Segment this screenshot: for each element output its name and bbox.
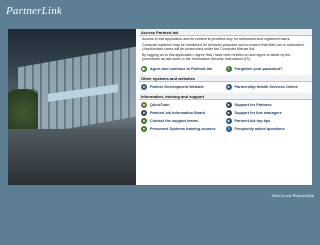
board-icon: ● (141, 109, 147, 116)
quicktrain-label: QuickTrain (150, 102, 170, 107)
terms-paragraph-2: Computer systems may be monitored for al… (142, 42, 305, 51)
faq-label: Frequently asked questions (234, 126, 285, 131)
support-managers-label: Support for line managers (234, 110, 282, 115)
question-icon: ? (225, 65, 232, 72)
health-services-link[interactable]: ● Partnership Health Services Online (225, 83, 311, 91)
store-photo (8, 29, 136, 185)
other-systems-heading: Other systems and websites (139, 74, 312, 82)
contact-support-link[interactable]: ● Contact the support teams (141, 117, 226, 125)
train-icon: ● (141, 101, 147, 108)
support-managers-link[interactable]: ● Support for line managers (225, 109, 311, 117)
partner-development-label: Partner Development Website (150, 84, 204, 89)
people-icon: ● (225, 101, 232, 108)
forgot-password-link[interactable]: ? Forgotten your password? (225, 65, 311, 73)
info-heading: Information, training and support (139, 92, 312, 100)
jlp-footer-logo: John Lewis Partnership (270, 193, 314, 198)
top-tips-label: PartnerLink top tips (234, 118, 271, 123)
faq-link[interactable]: ? Frequently asked questions (225, 125, 311, 133)
quicktrain-link[interactable]: ● QuickTrain (141, 101, 226, 109)
health-services-label: Partnership Health Services Online (234, 84, 298, 89)
terms-paragraph-1: Access to this application and its conte… (142, 37, 291, 41)
phone-icon: ● (141, 117, 147, 124)
support-partners-link[interactable]: ● Support for Partners (225, 101, 311, 109)
terms-paragraph-3: By logging on to this application I agre… (142, 52, 291, 61)
support-partners-label: Support for Partners (234, 102, 272, 107)
agree-continue-label: Agree and continue to PartnerLink (150, 66, 213, 71)
training-courses-label: Personnel Systems training courses (150, 126, 216, 131)
training-courses-link[interactable]: ● Personnel Systems training courses (141, 125, 226, 133)
access-heading: Access PartnerLink (139, 29, 312, 36)
partner-development-link[interactable]: ● Partner Development Website (141, 83, 226, 91)
forgot-password-label: Forgotten your password? (234, 66, 283, 71)
access-panel: Access PartnerLink Access to this applic… (139, 29, 312, 185)
globe-icon: ● (141, 83, 147, 90)
partnerlink-logo: PartnerLink (6, 5, 62, 17)
contact-support-label: Contact the support teams (150, 118, 199, 123)
question-icon: ? (225, 125, 232, 132)
arrow-right-icon: ▶ (141, 65, 147, 72)
globe-icon: ● (225, 83, 232, 90)
lightbulb-icon: ● (225, 117, 232, 124)
book-icon: ● (141, 125, 147, 132)
info-board-label: PartnerLink Information Board (150, 110, 206, 115)
people-icon: ● (225, 109, 232, 116)
login-frame: Access PartnerLink Access to this applic… (8, 29, 312, 185)
access-terms: Access to this application and its conte… (139, 36, 312, 64)
info-board-link[interactable]: ● PartnerLink Information Board (141, 109, 226, 117)
top-tips-link[interactable]: ● PartnerLink top tips (225, 117, 311, 125)
agree-continue-link[interactable]: ▶ Agree and continue to PartnerLink (141, 65, 226, 73)
